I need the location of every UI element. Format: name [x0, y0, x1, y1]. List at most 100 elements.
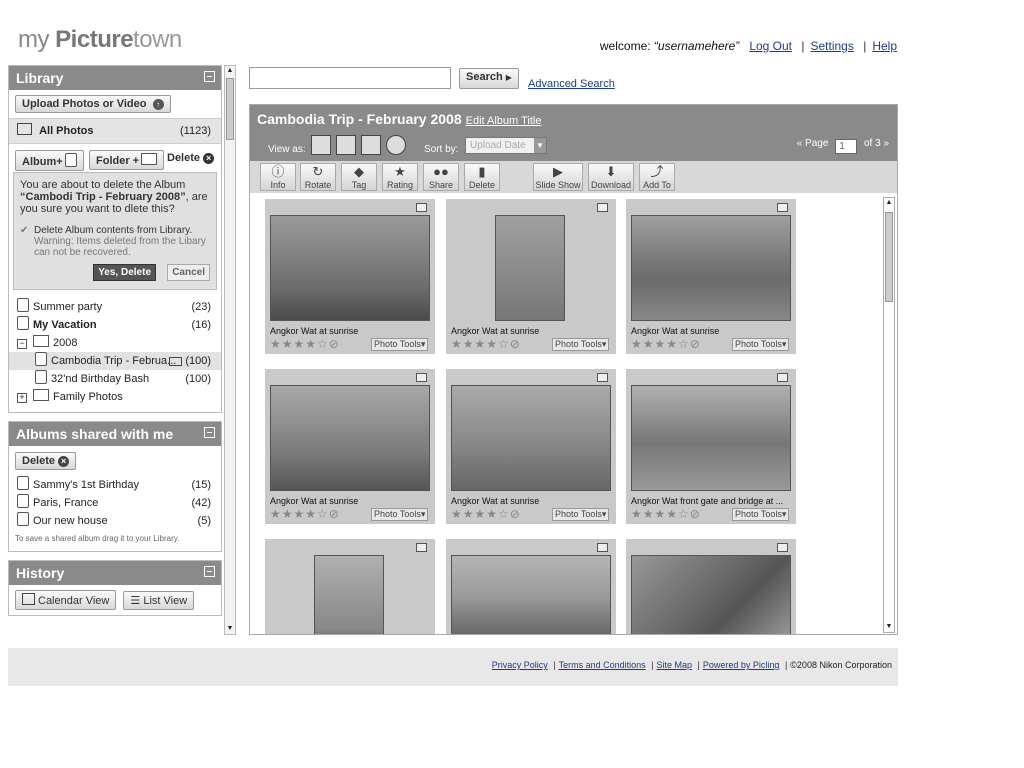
photo-thumbnail[interactable] — [631, 215, 791, 321]
library-folder[interactable]: + Family Photos — [9, 388, 221, 406]
photo-tools-menu[interactable]: Photo Tools▾ — [371, 338, 429, 351]
logout-link[interactable]: Log Out — [749, 39, 792, 53]
scroll-thumb[interactable] — [226, 78, 234, 140]
photo-thumbnail[interactable] — [270, 385, 430, 491]
library-item[interactable]: 32'nd Birthday Bash (100) — [9, 370, 221, 388]
scroll-up-icon[interactable]: ▲ — [225, 66, 235, 76]
photo-card[interactable] — [265, 539, 435, 634]
scroll-up-icon[interactable]: ▲ — [884, 198, 894, 208]
delete-tab[interactable]: Delete × — [167, 152, 215, 164]
photo-rating[interactable]: ★★★★☆⊘ — [631, 507, 701, 521]
photo-card[interactable]: Angkor Wat at sunrise ★★★★☆⊘ Photo Tools… — [446, 199, 616, 354]
enlarge-icon[interactable] — [597, 203, 608, 212]
photo-thumbnail[interactable] — [495, 215, 565, 321]
grid-view-icon[interactable] — [311, 135, 331, 155]
library-item-selected[interactable]: Cambodia Trip - Februa... (100) — [9, 352, 221, 370]
privacy-link[interactable]: Privacy Policy — [492, 660, 548, 670]
photo-rating[interactable]: ★★★★☆⊘ — [270, 507, 340, 521]
next-page-icon[interactable]: » — [883, 138, 889, 149]
add-to-button[interactable]: ⤴ Add To — [639, 163, 675, 191]
photo-card[interactable] — [446, 539, 616, 634]
photo-tools-menu[interactable]: Photo Tools▾ — [732, 338, 790, 351]
sort-select[interactable]: Upload Date ▼ — [465, 137, 547, 154]
photo-card[interactable]: Angkor Wat at sunrise ★★★★☆⊘ Photo Tools… — [265, 199, 435, 354]
info-button[interactable]: ⓘ Info — [260, 163, 296, 191]
enlarge-icon[interactable] — [597, 543, 608, 552]
upload-button[interactable]: Upload Photos or Video ↑ — [15, 95, 171, 113]
expand-toggle-icon[interactable]: + — [17, 393, 27, 403]
photo-tools-menu[interactable]: Photo Tools▾ — [732, 508, 790, 521]
photo-rating[interactable]: ★★★★☆⊘ — [451, 507, 521, 521]
powered-by-link[interactable]: Powered by Picling — [703, 660, 780, 670]
delete-contents-option[interactable]: ✔ Delete Album contents from Library. Wa… — [20, 225, 210, 258]
photo-rating[interactable]: ★★★★☆⊘ — [451, 337, 521, 351]
page-input[interactable]: 1 — [835, 139, 858, 154]
list-view-icon[interactable] — [336, 135, 356, 155]
photo-thumbnail[interactable] — [451, 385, 611, 491]
scroll-down-icon[interactable]: ▼ — [884, 622, 894, 632]
map-view-icon[interactable] — [386, 135, 406, 155]
share-button[interactable]: ●● Share — [423, 163, 459, 191]
prev-page-icon[interactable]: « — [797, 138, 803, 149]
photo-card[interactable] — [626, 539, 796, 634]
photo-thumbnail[interactable] — [451, 555, 611, 634]
collapse-icon[interactable] — [204, 566, 215, 577]
library-folder[interactable]: − 2008 — [9, 334, 221, 352]
edit-album-title-link[interactable]: Edit Album Title — [466, 115, 542, 127]
collapse-icon[interactable] — [204, 427, 215, 438]
library-item[interactable]: My Vacation (16) — [9, 316, 221, 334]
enlarge-icon[interactable] — [416, 203, 427, 212]
site-map-link[interactable]: Site Map — [657, 660, 693, 670]
tag-button[interactable]: ◆ Tag — [341, 163, 377, 191]
add-album-tab[interactable]: Album+ — [15, 150, 84, 171]
shared-item[interactable]: Paris, France (42) — [9, 494, 221, 512]
photo-tools-menu[interactable]: Photo Tools▾ — [371, 508, 429, 521]
shared-item[interactable]: Sammy's 1st Birthday (15) — [9, 476, 221, 494]
photo-card[interactable]: Angkor Wat at sunrise ★★★★☆⊘ Photo Tools… — [446, 369, 616, 524]
all-photos-item[interactable]: All Photos (1123) — [9, 118, 221, 144]
search-button[interactable]: Search ▶ — [459, 68, 519, 89]
filmstrip-view-icon[interactable] — [361, 135, 381, 155]
photo-tools-menu[interactable]: Photo Tools▾ — [552, 508, 610, 521]
add-folder-tab[interactable]: Folder + — [89, 150, 165, 170]
advanced-search-link[interactable]: Advanced Search — [528, 78, 615, 90]
sidebar-scrollbar[interactable]: ▲ ▼ — [224, 65, 236, 635]
photo-thumbnail[interactable] — [631, 385, 791, 491]
scroll-down-icon[interactable]: ▼ — [225, 624, 235, 634]
settings-link[interactable]: Settings — [810, 39, 853, 53]
scroll-thumb[interactable] — [885, 212, 893, 302]
calendar-view-tab[interactable]: Calendar View — [15, 590, 117, 610]
enlarge-icon[interactable] — [777, 203, 788, 212]
photo-rating[interactable]: ★★★★☆⊘ — [631, 337, 701, 351]
slide-show-button[interactable]: ▶ Slide Show — [533, 163, 583, 191]
photo-rating[interactable]: ★★★★☆⊘ — [270, 337, 340, 351]
library-item[interactable]: Summer party (23) — [9, 298, 221, 316]
enlarge-icon[interactable] — [777, 373, 788, 382]
collapse-icon[interactable] — [204, 71, 215, 82]
yes-delete-button[interactable]: Yes, Delete — [93, 264, 156, 281]
app-logo[interactable]: my Picturetown — [18, 26, 182, 54]
collapse-toggle-icon[interactable]: − — [17, 339, 27, 349]
photo-tools-menu[interactable]: Photo Tools▾ — [552, 338, 610, 351]
enlarge-icon[interactable] — [777, 543, 788, 552]
cancel-button[interactable]: Cancel — [167, 264, 210, 281]
rotate-button[interactable]: ↻ Rotate — [300, 163, 336, 191]
photo-grid-scrollbar[interactable]: ▲ ▼ — [883, 197, 895, 633]
enlarge-icon[interactable] — [416, 373, 427, 382]
shared-delete-button[interactable]: Delete × — [15, 452, 77, 470]
photo-card[interactable]: Angkor Wat front gate and bridge at ... … — [626, 369, 796, 524]
search-input[interactable] — [249, 67, 451, 89]
list-view-tab[interactable]: ☰ List View — [123, 591, 195, 610]
help-link[interactable]: Help — [872, 39, 897, 53]
enlarge-icon[interactable] — [597, 373, 608, 382]
terms-link[interactable]: Terms and Conditions — [559, 660, 646, 670]
photo-thumbnail[interactable] — [631, 555, 791, 634]
enlarge-icon[interactable] — [416, 543, 427, 552]
photo-thumbnail[interactable] — [270, 215, 430, 321]
photo-thumbnail[interactable] — [314, 555, 384, 634]
photo-card[interactable]: Angkor Wat at sunrise ★★★★☆⊘ Photo Tools… — [265, 369, 435, 524]
shared-item[interactable]: Our new house (5) — [9, 512, 221, 530]
photo-card[interactable]: Angkor Wat at sunrise ★★★★☆⊘ Photo Tools… — [626, 199, 796, 354]
delete-photo-button[interactable]: ▮ Delete — [464, 163, 500, 191]
download-button[interactable]: ⬇ Download — [588, 163, 634, 191]
